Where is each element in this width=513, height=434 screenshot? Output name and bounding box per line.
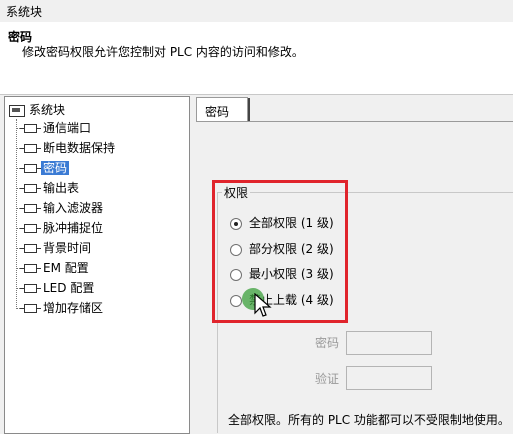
module-icon [20,304,41,313]
module-icon [20,164,41,173]
tree-item-label: 通信端口 [43,121,92,135]
tree-item-label: 输入滤波器 [43,201,104,215]
annotation-highlight-box [212,180,348,323]
tree-item-background-time[interactable]: 背景时间 [16,239,93,257]
tree-item-label: 背景时间 [43,241,92,255]
tab-label: 密码 [205,105,230,119]
tree-item-output-table[interactable]: 输出表 [16,179,81,197]
module-icon [20,264,41,273]
tree-item-comm-port[interactable]: 通信端口 [16,119,93,137]
password-label: 密码 [315,336,340,350]
mouse-pointer-icon [254,293,272,317]
tree-item-input-filter[interactable]: 输入滤波器 [16,199,105,217]
tree-item-label: 密码 [41,161,70,175]
system-block-icon [9,104,25,117]
tree-item-label: 断电数据保持 [43,141,116,155]
tab-password[interactable]: 密码 [196,97,250,122]
verify-label: 验证 [315,372,340,386]
window-title: 系统块 [6,5,43,19]
module-icon [20,244,41,253]
tree-item-label: 输出表 [43,181,80,195]
tree-item-label: LED 配置 [43,281,95,295]
tree-item-label: 脉冲捕捉位 [43,221,104,235]
module-icon [20,144,41,153]
tree-item-password[interactable]: 密码 [16,159,70,177]
module-icon [20,224,41,233]
system-block-tree[interactable]: 系统块 通信端口 断电数据保持 密码 输出表 输入滤波器 脉冲捕捉位 背景时间 … [4,96,190,434]
tree-item-label: EM 配置 [43,261,89,275]
tree-item-label: 增加存储区 [43,301,104,315]
tree-root-label: 系统块 [29,103,66,117]
tree-item-pulse-catch[interactable]: 脉冲捕捉位 [16,219,105,237]
page-header: 密码 修改密码权限允许您控制对 PLC 内容的访问和修改。 [0,22,513,95]
password-field [346,331,432,355]
tree-item-led-config[interactable]: LED 配置 [16,279,96,297]
tree-item-retentive[interactable]: 断电数据保持 [16,139,117,157]
module-icon [20,184,41,193]
module-icon [20,124,41,133]
window-titlebar: 系统块 [0,0,513,23]
tree-item-add-memory[interactable]: 增加存储区 [16,299,105,317]
tree-item-em-config[interactable]: EM 配置 [16,259,91,277]
page-description: 修改密码权限允许您控制对 PLC 内容的访问和修改。 [22,45,304,59]
tree-root[interactable]: 系统块 [9,101,65,119]
module-icon [20,284,41,293]
module-icon [20,204,41,213]
permission-info-text: 全部权限。所有的 PLC 功能都可以不受限制地使用。 [228,413,510,427]
verify-password-field [346,366,432,390]
